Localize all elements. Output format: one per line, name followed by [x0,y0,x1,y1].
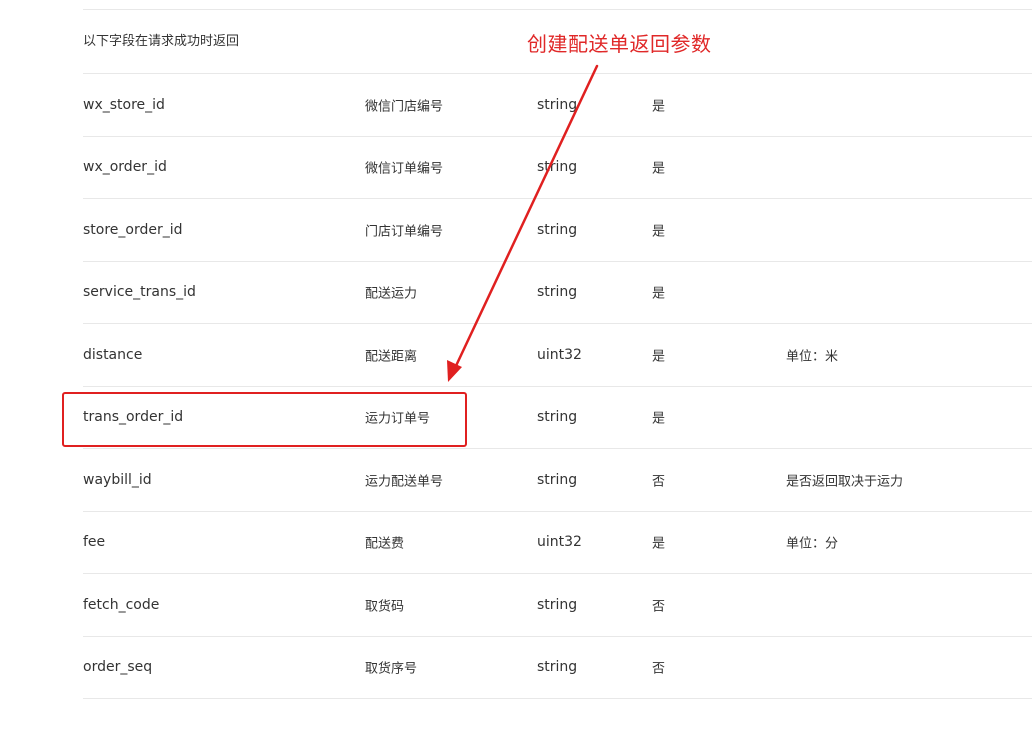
param-type: string [537,596,578,613]
param-type: string [537,471,578,488]
table-row: fetch_code 取货码 string 否 [83,574,1032,637]
return-params-table: 以下字段在请求成功时返回 wx_store_id 微信门店编号 string 是… [83,9,1032,699]
table-row: wx_store_id 微信门店编号 string 是 [83,74,1032,137]
table-row: distance 配送距离 uint32 是 单位：米 [83,324,1032,387]
table-row: fee 配送费 uint32 是 单位：分 [83,512,1032,574]
param-type: string [537,159,578,176]
param-required: 是 [652,286,666,302]
table-row: service_trans_id 配送运力 string 是 [83,262,1032,324]
table-row: waybill_id 运力配送单号 string 否 是否返回取决于运力 [83,449,1032,512]
param-name: service_trans_id [83,284,196,301]
param-type: string [537,284,578,301]
param-required: 否 [652,661,666,677]
param-type: uint32 [537,534,582,551]
param-type: string [537,96,578,113]
param-required: 否 [652,599,666,615]
param-name: wx_store_id [83,96,165,113]
param-desc: 微信门店编号 [365,99,444,115]
param-desc: 微信订单编号 [365,161,444,177]
param-type: string [537,659,578,676]
param-desc: 门店订单编号 [365,224,444,240]
param-required: 是 [652,411,666,427]
param-type: string [537,409,578,426]
table-row: order_seq 取货序号 string 否 [83,637,1032,699]
param-type: string [537,221,578,238]
param-required: 是 [652,349,666,365]
param-name: store_order_id [83,221,183,238]
param-desc: 配送距离 [365,349,418,365]
section-intro-text: 以下字段在请求成功时返回 [83,34,240,49]
table-row: store_order_id 门店订单编号 string 是 [83,199,1032,262]
param-desc: 配送费 [365,536,405,552]
param-required: 是 [652,224,666,240]
table-row: wx_order_id 微信订单编号 string 是 [83,137,1032,199]
param-note: 单位：米 [786,349,839,365]
param-desc: 取货序号 [365,661,418,677]
param-desc: 配送运力 [365,286,418,302]
param-name: order_seq [83,659,153,676]
param-name: fetch_code [83,596,160,613]
param-note: 是否返回取决于运力 [786,474,904,490]
param-desc: 运力订单号 [365,411,431,427]
param-name: fee [83,534,106,551]
param-type: uint32 [537,346,582,363]
param-name: wx_order_id [83,159,167,176]
annotation-title: 创建配送单返回参数 [527,32,712,56]
param-required: 否 [652,474,666,490]
param-required: 是 [652,536,666,552]
param-name: trans_order_id [83,409,184,426]
param-required: 是 [652,99,666,115]
param-name: distance [83,346,143,363]
param-required: 是 [652,161,666,177]
param-name: waybill_id [83,471,152,488]
param-desc: 运力配送单号 [365,474,444,490]
param-note: 单位：分 [786,536,839,552]
table-row-highlighted: trans_order_id 运力订单号 string 是 [83,387,1032,449]
param-desc: 取货码 [365,599,405,615]
